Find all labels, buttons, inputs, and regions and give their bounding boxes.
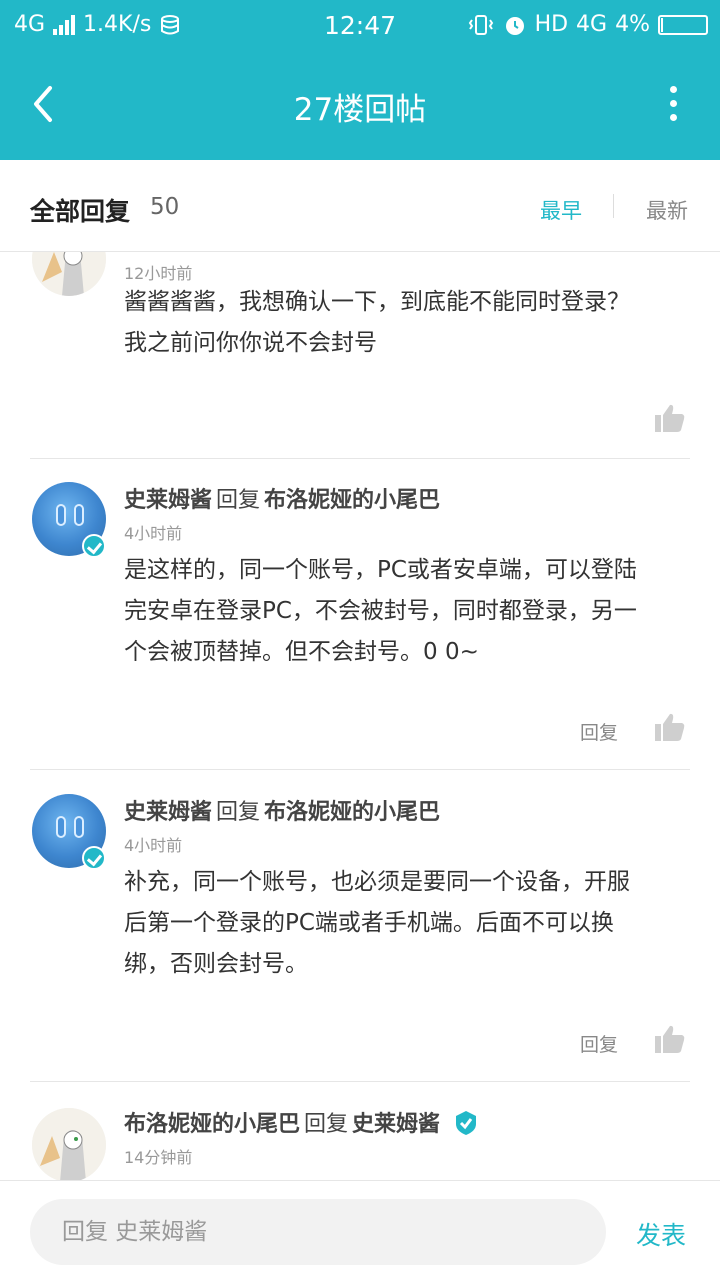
reply-content: 是这样的，同一个账号，PC或者安卓端，可以登陆 完安卓在登录PC，不会被封号，同… xyxy=(124,550,690,673)
reply-count: 50 xyxy=(150,194,180,220)
reply-item: 布洛妮娅的小尾巴 回复 史莱姆酱 14分钟前 xyxy=(0,1082,720,1180)
verified-badge-icon xyxy=(82,534,106,558)
avatar[interactable] xyxy=(32,1108,106,1180)
page-title: 27楼回帖 xyxy=(293,92,427,128)
reply-button[interactable]: 回复 xyxy=(580,718,618,745)
thumbs-up-icon[interactable] xyxy=(654,712,686,742)
reply-content: 酱酱酱酱，我想确认一下，到底能不能同时登录？ 我之前问你你说不会封号 xyxy=(124,282,690,364)
reply-item: 12小时前 酱酱酱酱，我想确认一下，到底能不能同时登录？ 我之前问你你说不会封号 xyxy=(0,252,720,462)
more-options-icon[interactable] xyxy=(666,86,680,126)
author-name[interactable]: 布洛妮娅的小尾巴 xyxy=(124,1112,300,1137)
reply-line: 完安卓在登录PC，不会被封号，同时都登录，另一 xyxy=(124,598,637,624)
reply-time: 12小时前 xyxy=(124,264,193,283)
reply-word: 回复 xyxy=(216,488,261,513)
thumbs-up-icon[interactable] xyxy=(654,1024,686,1054)
alarm-icon xyxy=(505,16,524,35)
reply-button[interactable]: 回复 xyxy=(580,1030,618,1057)
navigation-bar: 27楼回帖 xyxy=(0,50,720,160)
battery-icon xyxy=(658,14,708,35)
avatar[interactable] xyxy=(32,252,106,296)
reply-input[interactable] xyxy=(30,1199,606,1265)
network-label-right: 4G xyxy=(576,12,608,37)
verified-badge-icon xyxy=(82,846,106,870)
reply-author-line: 史莱姆酱 回复 布洛妮娅的小尾巴 xyxy=(124,794,440,826)
reply-line: 绑，否则会封号。 xyxy=(124,951,308,977)
sort-earliest-tab[interactable]: 最早 xyxy=(540,195,582,225)
reply-item: 史莱姆酱 回复 布洛妮娅的小尾巴 4小时前 是这样的，同一个账号，PC或者安卓端，可… xyxy=(0,458,720,770)
reply-item: 史莱姆酱 回复 布洛妮娅的小尾巴 4小时前 补充，同一个账号，也必须是要同一个设备，… xyxy=(0,770,720,1082)
reply-author-line: 史莱姆酱 回复 布洛妮娅的小尾巴 xyxy=(124,482,440,514)
status-bar: 4G 1.4K/s 12:47 HD 4G 4% xyxy=(0,0,720,50)
sort-divider xyxy=(613,194,614,218)
reply-line: 个会被顶替掉。但不会封号。0 0~ xyxy=(124,639,479,665)
reply-word: 回复 xyxy=(304,1112,349,1137)
reply-to-name[interactable]: 布洛妮娅的小尾巴 xyxy=(264,800,440,825)
reply-footer: 发表 xyxy=(0,1180,720,1280)
reply-list: 12小时前 酱酱酱酱，我想确认一下，到底能不能同时登录？ 我之前问你你说不会封号… xyxy=(0,252,720,1180)
reply-time: 4小时前 xyxy=(124,836,183,855)
verified-badge-icon xyxy=(456,1111,477,1135)
sort-latest-tab[interactable]: 最新 xyxy=(646,195,688,225)
sort-bar: 全部回复 50 最早 最新 xyxy=(0,160,720,252)
reply-to-name[interactable]: 布洛妮娅的小尾巴 xyxy=(264,488,440,513)
reply-word: 回复 xyxy=(216,800,261,825)
reply-author-line: 布洛妮娅的小尾巴 回复 史莱姆酱 xyxy=(124,1106,479,1138)
reply-line: 后第一个登录的PC端或者手机端。后面不可以换 xyxy=(124,910,614,936)
reply-line: 是这样的，同一个账号，PC或者安卓端，可以登陆 xyxy=(124,557,637,583)
reply-to-name[interactable]: 史莱姆酱 xyxy=(352,1112,440,1137)
battery-percent: 4% xyxy=(615,12,650,37)
thumbs-up-icon[interactable] xyxy=(654,403,686,433)
reply-content: 补充，同一个账号，也必须是要同一个设备，开服 后第一个登录的PC端或者手机端。后… xyxy=(124,862,690,985)
reply-time: 4小时前 xyxy=(124,524,183,543)
hd-label: HD xyxy=(534,12,569,37)
reply-time: 14分钟前 xyxy=(124,1148,193,1167)
author-name[interactable]: 史莱姆酱 xyxy=(124,488,212,513)
reply-line: 我之前问你你说不会封号 xyxy=(124,330,377,356)
vibrate-icon xyxy=(468,14,493,35)
all-replies-label: 全部回复 xyxy=(30,197,131,226)
send-button[interactable]: 发表 xyxy=(636,1216,686,1252)
reply-line: 酱酱酱酱，我想确认一下，到底能不能同时登录？ xyxy=(124,289,630,315)
reply-line: 补充，同一个账号，也必须是要同一个设备，开服 xyxy=(124,869,630,895)
author-name[interactable]: 史莱姆酱 xyxy=(124,800,212,825)
